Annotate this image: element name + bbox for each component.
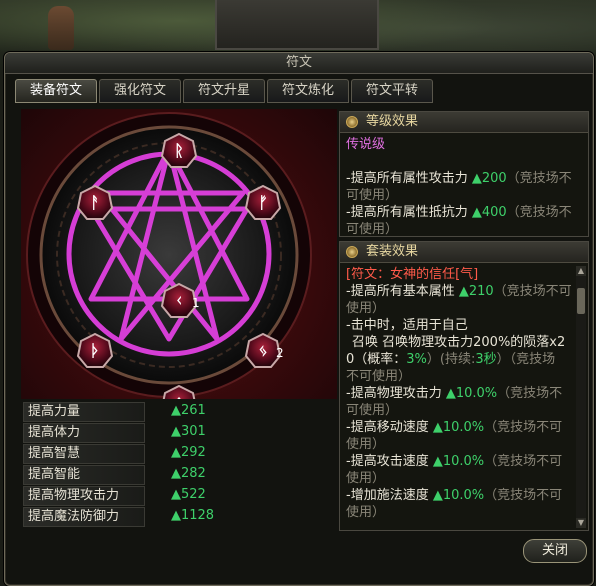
- stat-list: 提高力量 ▲261 提高体力 ▲301 提高智慧 ▲292 提高智能 ▲282 …: [21, 401, 337, 527]
- window-title: 符文: [5, 53, 593, 74]
- set-effect-line: -提高所有基本属性 ▲210（竞技场不可使用）: [346, 284, 572, 316]
- level-effect-header: 等级效果: [340, 112, 588, 133]
- summon-note-line: 不可使用）: [346, 369, 412, 384]
- rune-slot-bottom[interactable]: ᛟ: [160, 384, 198, 399]
- on-hit-line: -击中时，适用于自己: [346, 318, 468, 333]
- rune-glyph: ᛟ: [160, 393, 198, 399]
- stat-label: 提高智能: [23, 465, 145, 485]
- stat-row: 提高体力 ▲301: [21, 422, 337, 443]
- set-effect-line: -提高攻击速度 ▲10.0%（竞技场不可使用）: [346, 454, 563, 486]
- section-bullet-icon: [346, 116, 358, 128]
- set-effect-panel: 套装效果 [符文：女神的信任[气] -提高所有基本属性 ▲210（竞技场不可使用…: [339, 241, 589, 531]
- scroll-thumb[interactable]: [577, 288, 585, 314]
- tab-equip-rune[interactable]: 装备符文: [15, 79, 97, 103]
- rune-window: 符文 装备符文 强化符文 符文升星 符文炼化 符文平转 ᚱ ᚨ ᚠ ᚲ 1 ᚦ …: [4, 52, 594, 586]
- stat-row: 提高物理攻击力 ▲522: [21, 485, 337, 506]
- grade-text: 传说级: [346, 137, 386, 152]
- tab-enhance-rune[interactable]: 强化符文: [99, 79, 181, 103]
- stat-label: 提高体力: [23, 423, 145, 443]
- scroll-down-arrow-icon[interactable]: ▼: [576, 518, 586, 528]
- level-effect-line: -提高所有属性抵抗力 ▲400（竞技场不可使用）: [346, 205, 572, 237]
- level-effect-title: 等级效果: [366, 114, 419, 129]
- level-effect-line: -提高所有属性攻击力 ▲200（竞技场不可使用）: [346, 171, 572, 203]
- rune-slot-lower-left[interactable]: ᚦ: [76, 332, 114, 370]
- rune-glyph: ᚠ: [258, 193, 268, 212]
- stat-value: ▲1128: [171, 508, 215, 523]
- set-effect-body: [符文：女神的信任[气] -提高所有基本属性 ▲210（竞技场不可使用） -击中…: [346, 266, 572, 521]
- stat-label: 提高物理攻击力: [23, 486, 145, 506]
- stat-row: 提高智能 ▲282: [21, 464, 337, 485]
- level-effect-panel: 等级效果 传说级 -提高所有属性攻击力 ▲200（竞技场不可使用） -提高所有属…: [339, 111, 589, 237]
- set-name: [符文：女神的信任[气]: [346, 267, 479, 282]
- stat-value: ▲282: [171, 466, 206, 481]
- scroll-up-arrow-icon[interactable]: ▲: [576, 266, 586, 276]
- rune-board: ᚱ ᚨ ᚠ ᚲ 1 ᚦ ᛃ 2 ᛟ: [21, 109, 337, 399]
- set-effect-line: -提高物理攻击力 ▲10.0%（竞技场不可使用）: [346, 386, 563, 418]
- rune-count: 1: [192, 296, 200, 310]
- tab-rune-transfer[interactable]: 符文平转: [351, 79, 433, 103]
- summon-detail-line: 0（概率：3%）(持续:3秒）（竞技场: [346, 352, 556, 367]
- level-effect-body: 传说级 -提高所有属性攻击力 ▲200（竞技场不可使用） -提高所有属性抵抗力 …: [346, 136, 580, 238]
- rune-slot-top[interactable]: ᚱ: [160, 132, 198, 170]
- stat-row: 提高智慧 ▲292: [21, 443, 337, 464]
- stat-value: ▲292: [171, 445, 206, 460]
- set-effect-scrollbar[interactable]: ▲ ▼: [576, 266, 586, 528]
- summon-line: 召唤 召唤物理攻击力200%的陨落x2: [352, 335, 566, 350]
- rune-slot-upper-right[interactable]: ᚠ: [244, 184, 282, 222]
- set-effect-line: -提高移动速度 ▲10.0%（竞技场不可使用）: [346, 420, 563, 452]
- rune-glyph: ᚨ: [90, 193, 100, 212]
- set-effect-header: 套装效果: [340, 242, 588, 263]
- stat-label: 提高智慧: [23, 444, 145, 464]
- rune-slot-upper-left[interactable]: ᚨ: [76, 184, 114, 222]
- stat-row: 提高力量 ▲261: [21, 401, 337, 422]
- rune-glyph: ᚱ: [174, 141, 184, 160]
- set-effect-line: -增加施法速度 ▲10.0%（竞技场不可使用）: [346, 488, 563, 520]
- stat-label: 提高魔法防御力: [23, 507, 145, 527]
- stat-row: 提高魔法防御力 ▲1128: [21, 506, 337, 527]
- section-bullet-icon: [346, 246, 358, 258]
- rune-count: 2: [276, 346, 284, 360]
- rune-glyph: ᚦ: [90, 341, 100, 360]
- stat-value: ▲261: [171, 403, 206, 418]
- rune-slot-lower-right[interactable]: ᛃ 2: [244, 332, 284, 370]
- world-npc-figure: [48, 6, 74, 50]
- rune-slot-center[interactable]: ᚲ 1: [160, 282, 200, 320]
- stat-label: 提高力量: [23, 402, 145, 422]
- tab-rune-refine[interactable]: 符文炼化: [267, 79, 349, 103]
- world-crate: [215, 0, 379, 50]
- close-button[interactable]: 关闭: [523, 539, 587, 563]
- stat-value: ▲522: [171, 487, 206, 502]
- tab-rune-star-upgrade[interactable]: 符文升星: [183, 79, 265, 103]
- set-effect-title: 套装效果: [366, 244, 419, 259]
- stat-value: ▲301: [171, 424, 206, 439]
